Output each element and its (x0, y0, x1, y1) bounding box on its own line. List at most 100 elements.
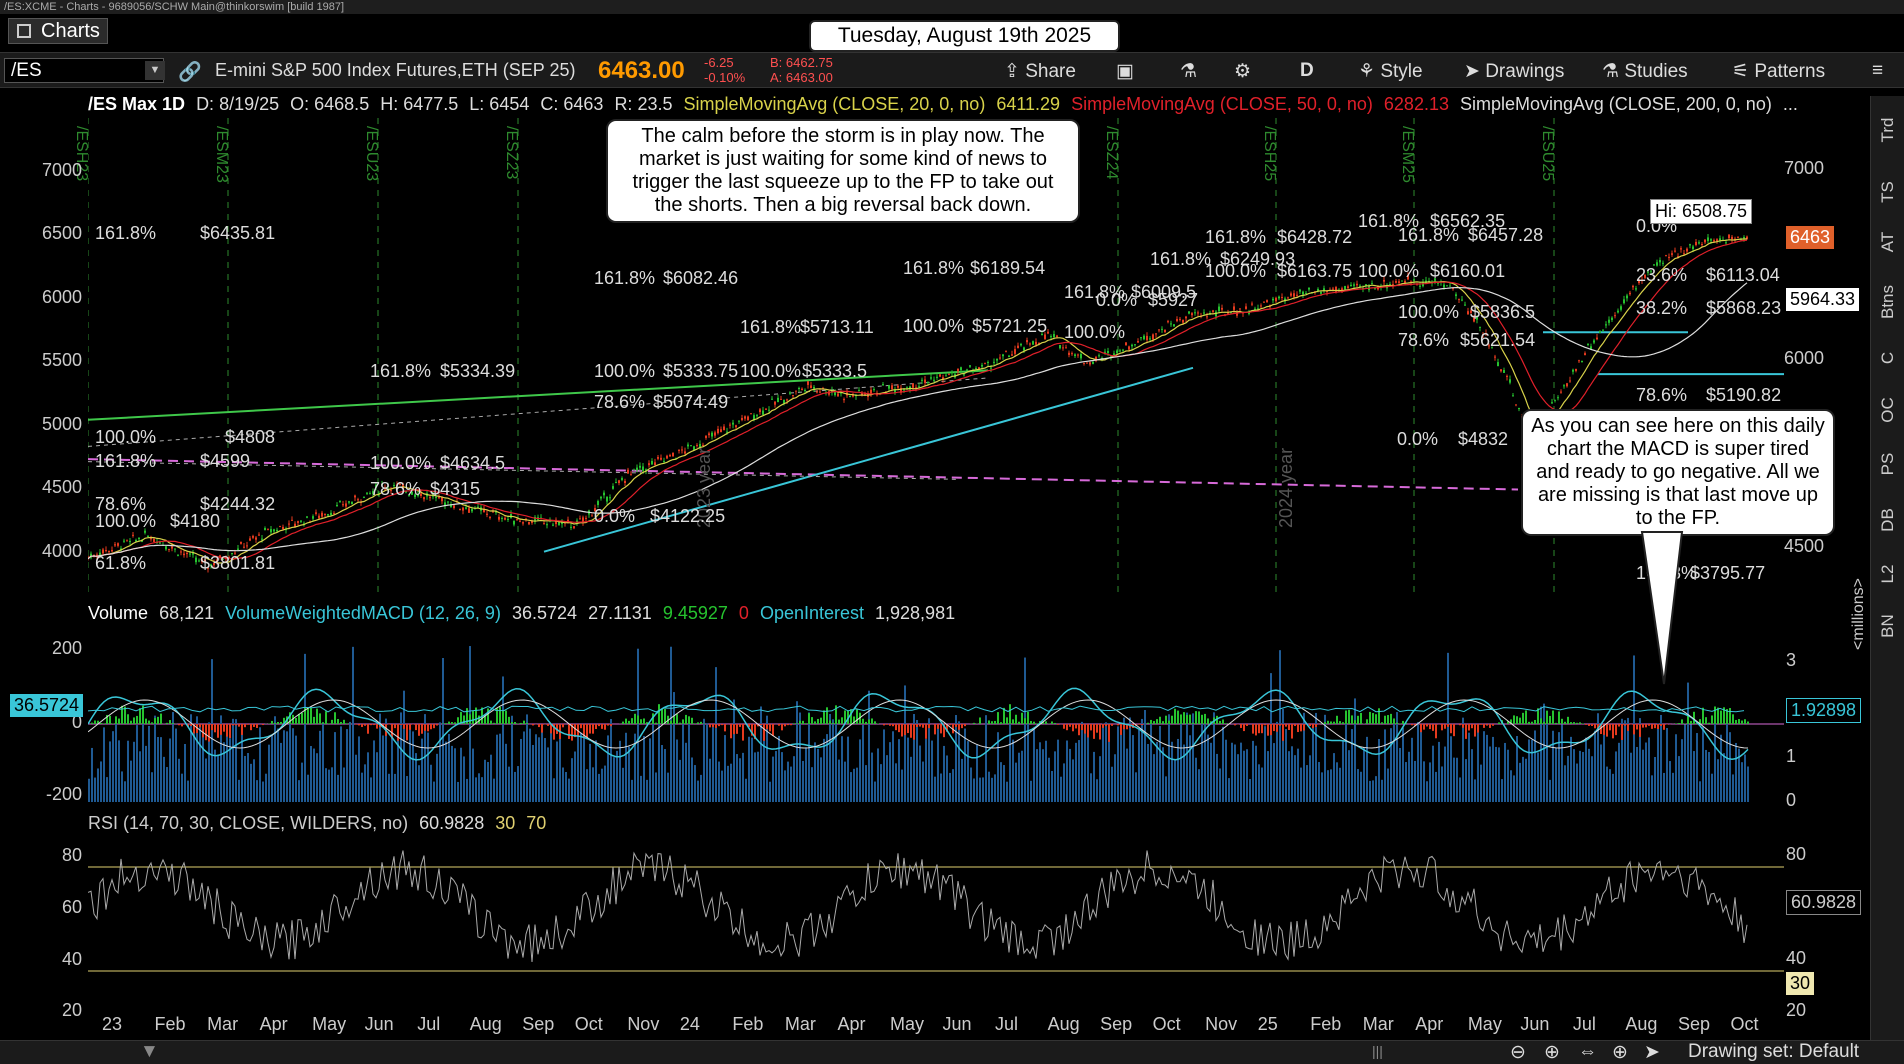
volume-bar (1186, 712, 1188, 802)
zoom-out-icon[interactable]: ⊖ (1510, 1041, 1526, 1064)
style-button[interactable]: ⚘ Style (1358, 60, 1423, 83)
price-candle (681, 449, 683, 451)
macd-label[interactable]: VolumeWeightedMACD (12, 26, 9) (225, 603, 501, 623)
volume-bar (1606, 766, 1608, 802)
tab-charts[interactable]: Charts (8, 18, 108, 44)
volume-label[interactable]: Volume (88, 603, 148, 623)
symbol-input[interactable]: /ES ▼ (4, 58, 165, 83)
macd-histogram-bar (112, 723, 114, 724)
macd-diff: 9.45927 (662, 603, 728, 623)
volume-bar (832, 719, 834, 802)
scroll-thumb[interactable]: ||| (1372, 1043, 1383, 1059)
price-candle (357, 499, 359, 501)
price-candle (519, 520, 521, 522)
price-candle (1332, 288, 1334, 290)
price-candle (849, 396, 851, 398)
price-candle (918, 386, 920, 388)
patterns-button[interactable]: ⚟ Patterns (1732, 60, 1825, 83)
chevron-down-icon[interactable]: ▼ (145, 61, 165, 80)
volume-bar (148, 725, 150, 802)
macd-histogram-bar (469, 714, 471, 724)
macd-histogram-bar (1333, 721, 1335, 724)
macd-histogram-bar (1192, 722, 1194, 724)
more-studies[interactable]: ... (1783, 94, 1798, 114)
studies-button[interactable]: ⚗ Studies (1602, 60, 1688, 83)
macd-histogram-bar (1393, 718, 1395, 724)
sma200-label[interactable]: SimpleMovingAvg (CLOSE, 200, 0, no) (1460, 94, 1772, 114)
volume-bar (1441, 766, 1443, 802)
volume-bar (652, 722, 654, 802)
macd-histogram-bar (1687, 715, 1689, 724)
volume-bar (466, 778, 468, 802)
time-axis[interactable]: 23 Feb Mar Apr May Jun Jul Aug Sep Oct Nov 24 Feb Mar… (88, 1010, 1784, 1038)
fib-label: $4634.5 (440, 453, 506, 473)
macd-histogram-bar (118, 718, 120, 724)
volume-bar (1093, 751, 1095, 802)
volume-bar (238, 779, 240, 802)
volume-bar (1378, 738, 1380, 802)
macd-pane[interactable] (88, 600, 1784, 802)
crosshair-icon[interactable]: ⊕ (1612, 1041, 1628, 1064)
side-tab-btns[interactable]: Btns (1878, 285, 1898, 319)
side-tab-bn[interactable]: BN (1878, 609, 1898, 643)
time-tick: Jul (417, 1014, 441, 1034)
side-tab-l2[interactable]: L2 (1878, 557, 1898, 591)
macd-histogram-bar (223, 724, 225, 732)
side-tab-ts[interactable]: TS (1878, 175, 1898, 209)
volume-bar (1375, 776, 1377, 802)
menu-icon[interactable]: ≡ (1872, 60, 1883, 82)
price-candle (1347, 286, 1349, 289)
price-candle (1185, 316, 1187, 319)
contract-mark: /ESM23 (213, 126, 230, 183)
side-tab-trd[interactable]: Trd (1878, 113, 1898, 147)
volume-bar (328, 769, 330, 802)
side-tab-at[interactable]: AT (1878, 225, 1898, 259)
share-button[interactable]: ⇪ Share (1004, 60, 1076, 83)
oi-label[interactable]: OpenInterest (760, 603, 864, 623)
price-candle (1125, 342, 1127, 346)
pan-icon[interactable]: ⇔ (1578, 1041, 1597, 1063)
timeframe-button[interactable]: D (1300, 60, 1314, 82)
drawings-button[interactable]: ➤ Drawings (1464, 60, 1564, 83)
macd-histogram-bar (1183, 712, 1185, 724)
fib-label: 161.8% (95, 223, 157, 243)
gear-icon[interactable]: ⚙ (1234, 60, 1251, 83)
drawing-set-label[interactable]: Drawing set: Default (1688, 1041, 1859, 1063)
volume-bar (871, 752, 873, 802)
volume-bar (817, 748, 819, 802)
price-candle (687, 444, 689, 447)
volume-bar (562, 767, 564, 802)
scroll-left-handle[interactable]: ▼ (140, 1041, 159, 1063)
volume-bar (1732, 774, 1734, 802)
fib-label: $6082.46 (663, 268, 739, 288)
volume-bar (403, 690, 405, 802)
rsi-label[interactable]: RSI (14, 70, 30, CLOSE, WILDERS, no) (88, 813, 408, 833)
link-icon[interactable]: 🔗 (178, 60, 202, 84)
macd-histogram-bar (403, 724, 405, 729)
flask-icon[interactable]: ⚗ (1180, 60, 1197, 83)
side-tab-oc[interactable]: OC (1878, 393, 1898, 427)
cursor-icon[interactable]: ➤ (1644, 1041, 1660, 1064)
sma50-label[interactable]: SimpleMovingAvg (CLOSE, 50, 0, no) (1071, 94, 1373, 114)
quick-info-icon[interactable]: ▣ (1116, 60, 1134, 83)
time-tick: Jun (1520, 1014, 1550, 1034)
volume-bar (1087, 732, 1089, 802)
zoom-in-icon[interactable]: ⊕ (1544, 1041, 1560, 1064)
volume-bar (184, 743, 186, 802)
side-tab-ps[interactable]: PS (1878, 447, 1898, 481)
macd-histogram-bar (634, 713, 636, 724)
side-tab-c[interactable]: C (1878, 341, 1898, 375)
volume-bar (412, 731, 414, 802)
macd-histogram-bar (1222, 719, 1224, 724)
price-candle (258, 534, 260, 536)
rsi-pane[interactable] (88, 808, 1784, 1010)
macd-histogram-bar (1384, 715, 1386, 724)
sma20-label[interactable]: SimpleMovingAvg (CLOSE, 20, 0, no) (684, 94, 986, 114)
price-candle (147, 536, 149, 538)
volume-bar (310, 745, 312, 802)
volume-bar (514, 771, 516, 802)
volume-bar (1396, 712, 1398, 802)
macd-histogram-bar (1465, 724, 1467, 739)
side-tab-db[interactable]: DB (1878, 503, 1898, 537)
macd-histogram-bar (856, 709, 858, 724)
